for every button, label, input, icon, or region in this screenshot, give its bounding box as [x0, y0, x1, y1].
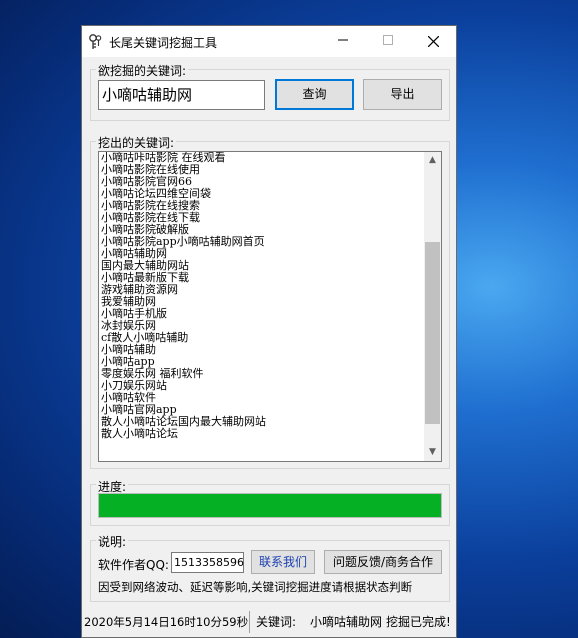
close-button[interactable]: [411, 26, 456, 57]
keyword-input[interactable]: 小嘀咕辅助网: [98, 80, 265, 110]
export-button[interactable]: 导出: [363, 79, 442, 110]
results-group-label: 挖出的关键词:: [96, 134, 177, 151]
status-keyword-label: 关键词:: [256, 615, 297, 629]
scroll-up-arrow-icon[interactable]: ▲: [424, 152, 441, 169]
scrollbar-thumb[interactable]: [425, 241, 440, 424]
app-window: 长尾关键词挖掘工具 欲挖掘的关键词: 小嘀咕辅助网 查询 导出 挖出的关键词: …: [81, 25, 457, 638]
app-key-icon: [89, 34, 102, 49]
results-scrollbar[interactable]: ▲ ▼: [424, 152, 441, 461]
info-group-label: 说明:: [96, 533, 129, 550]
minimize-button[interactable]: [320, 26, 365, 57]
status-keyword-value: 小嘀咕辅助网: [310, 615, 383, 629]
result-list-item[interactable]: 散人小嘀咕论坛: [101, 428, 421, 440]
author-qq-label: 软件作者QQ:: [98, 558, 169, 572]
progress-fill: [99, 494, 441, 517]
results-list: 小嘀咕咔咕影院 在线观看 小嘀咕影院在线使用 小嘀咕影院官网66 小嘀咕论坛四维空间袋…: [101, 152, 421, 440]
author-qq-field[interactable]: 1513358596: [171, 552, 244, 573]
maximize-button[interactable]: [365, 26, 410, 57]
feedback-business-button[interactable]: 问题反馈/商务合作: [324, 550, 442, 574]
query-button[interactable]: 查询: [275, 79, 354, 110]
status-state: 挖掘已完成!: [386, 615, 451, 629]
maximize-icon: [382, 35, 393, 45]
status-datetime: 2020年5月14日16时10分59秒: [84, 615, 248, 629]
notice-text: 因受到网络波动、延迟等影响,关键词挖掘进度请根据状态判断: [98, 580, 413, 594]
contact-us-button[interactable]: 联系我们: [251, 550, 315, 574]
status-bar: 2020年5月14日16时10分59秒 关键词: 小嘀咕辅助网 挖掘已完成!: [82, 608, 456, 637]
window-title: 长尾关键词挖掘工具: [109, 36, 218, 50]
close-icon: [427, 35, 440, 48]
status-separator: [249, 611, 250, 633]
scroll-down-arrow-icon[interactable]: ▼: [424, 444, 441, 461]
keyword-group-label: 欲挖掘的关键词:: [96, 62, 189, 79]
minimize-icon: [337, 39, 348, 41]
progress-bar: [98, 493, 442, 518]
title-bar[interactable]: 长尾关键词挖掘工具: [82, 26, 456, 57]
results-listbox[interactable]: 小嘀咕咔咕影院 在线观看 小嘀咕影院在线使用 小嘀咕影院官网66 小嘀咕论坛四维空间袋…: [98, 151, 442, 462]
